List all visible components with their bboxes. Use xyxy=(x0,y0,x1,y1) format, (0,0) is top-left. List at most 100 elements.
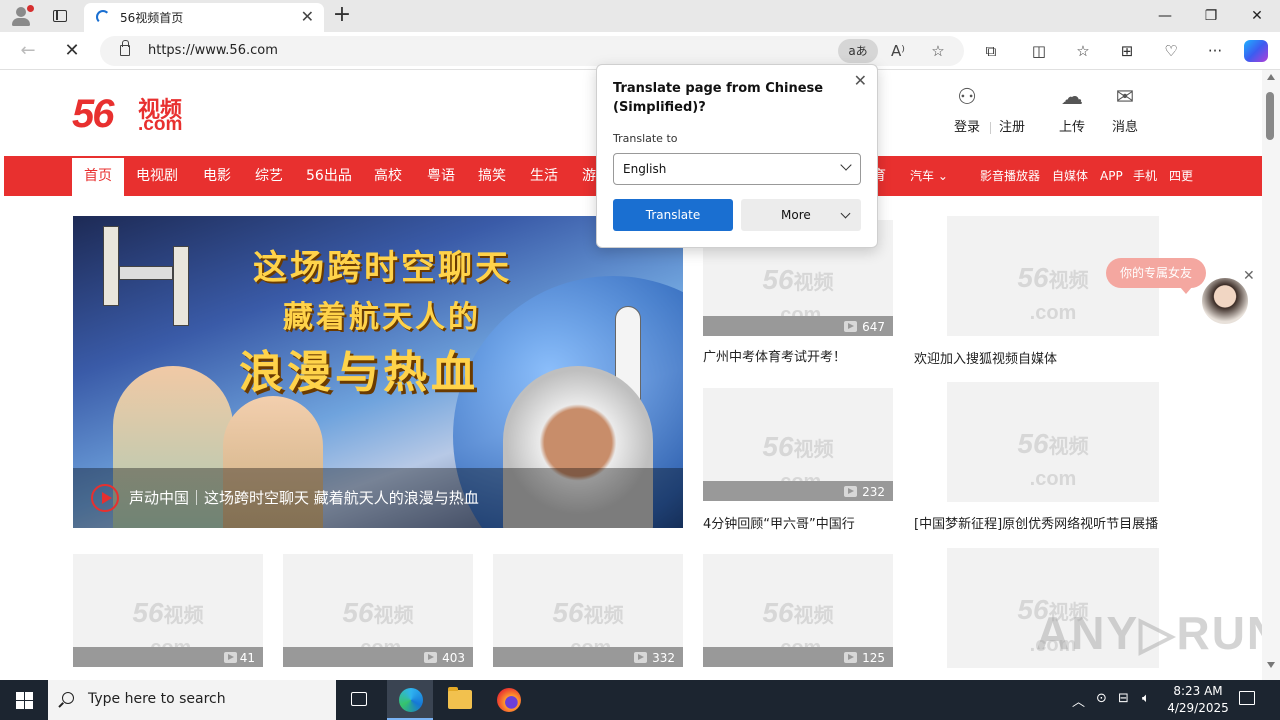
split-screen-icon[interactable]: ◫ xyxy=(1024,38,1054,64)
new-tab-button[interactable]: + xyxy=(330,2,354,27)
target-language-value: English xyxy=(623,162,667,176)
video-thumbnail[interactable]: 56视频.com 41 xyxy=(73,554,263,667)
register-link[interactable]: 注册 xyxy=(984,84,1040,135)
address-bar[interactable]: https://www.56.com aあ A⁾ ☆ xyxy=(100,36,964,66)
taskbar-file-explorer[interactable] xyxy=(436,680,482,720)
upload-link[interactable]: ☁ 上传 xyxy=(1044,84,1100,135)
favorites-icon[interactable]: ☆ xyxy=(1068,38,1098,64)
nav-auto-label: 汽车 xyxy=(910,169,935,183)
video-title[interactable]: 4分钟回顾“甲六哥”中国行 xyxy=(703,513,855,532)
nav-games[interactable]: 游 xyxy=(582,156,596,196)
more-button[interactable]: More xyxy=(741,199,861,231)
favorite-star-icon[interactable]: ☆ xyxy=(924,39,952,63)
video-icon xyxy=(634,652,647,663)
chevron-down-icon xyxy=(840,208,851,219)
url-text[interactable]: https://www.56.com xyxy=(148,43,278,58)
nav-variety[interactable]: 综艺 xyxy=(255,156,283,196)
back-button[interactable]: ← xyxy=(14,39,42,63)
scroll-thumb[interactable] xyxy=(1266,92,1274,140)
video-thumbnail[interactable]: 56视频.com 403 xyxy=(283,554,473,667)
play-icon[interactable] xyxy=(91,484,119,512)
close-window-button[interactable]: ✕ xyxy=(1234,0,1280,32)
loading-spinner-icon xyxy=(96,10,110,24)
copilot-icon[interactable] xyxy=(1244,40,1268,62)
messages-link[interactable]: ✉ 消息 xyxy=(1097,84,1153,135)
video-icon xyxy=(844,652,857,663)
extensions-icon[interactable]: ⧉ xyxy=(976,38,1006,64)
video-info-bar: 332 xyxy=(493,647,683,667)
maximize-button[interactable]: ❐ xyxy=(1188,0,1234,32)
task-view-button[interactable] xyxy=(337,680,383,720)
translate-button[interactable]: Translate xyxy=(613,199,733,231)
target-language-select[interactable]: English xyxy=(613,153,861,185)
hero-title-line1: 这场跨时空聊天 xyxy=(253,248,512,288)
view-count: 41 xyxy=(239,651,255,665)
video-thumbnail[interactable]: 56视频.com 232 xyxy=(703,388,893,501)
view-count: 647 xyxy=(862,320,885,334)
nav-funny[interactable]: 搞笑 xyxy=(478,156,506,196)
upload-label: 上传 xyxy=(1058,120,1085,135)
video-info-bar: 647 xyxy=(703,316,893,336)
page-scrollbar[interactable] xyxy=(1262,70,1280,680)
taskbar-edge[interactable] xyxy=(387,680,433,720)
nav-college[interactable]: 高校 xyxy=(374,156,402,196)
collections-icon[interactable]: ⊞ xyxy=(1112,38,1142,64)
watermark-logo: 56视频.com xyxy=(1017,427,1089,490)
scroll-down-icon[interactable] xyxy=(1267,662,1275,668)
nav-app[interactable]: APP xyxy=(1100,156,1123,196)
nav-auto[interactable]: 汽车 ⌄ xyxy=(910,156,948,196)
hero-banner[interactable]: 这场跨时空聊天 藏着航天人的 浪漫与热血 声动中国｜这场跨时空聊天 藏着航天人的… xyxy=(73,216,683,528)
volume-icon[interactable]: 🔈︎ xyxy=(1142,691,1150,706)
nav-player[interactable]: 影音播放器 xyxy=(980,156,1040,196)
network-icon[interactable]: ⊟ xyxy=(1118,691,1129,706)
clock-time: 8:23 AM xyxy=(1173,684,1223,698)
taskbar-firefox[interactable] xyxy=(486,680,532,720)
lock-icon[interactable] xyxy=(120,40,130,56)
nav-tv[interactable]: 电视剧 xyxy=(136,156,178,196)
video-thumbnail[interactable]: 56视频.com 125 xyxy=(703,554,893,667)
video-title[interactable]: [中国梦新征程]原创优秀网络视听节目展播 xyxy=(914,513,1158,532)
read-aloud-icon[interactable]: A⁾ xyxy=(884,39,912,63)
profile-icon[interactable] xyxy=(8,4,34,28)
search-icon xyxy=(62,692,74,704)
ad-bubble[interactable]: 你的专属女友 xyxy=(1106,258,1206,294)
tab-actions-icon[interactable] xyxy=(46,6,74,28)
tab-close-icon[interactable]: ✕ xyxy=(301,7,314,26)
taskbar-search[interactable]: Type here to search xyxy=(48,680,336,720)
system-clock[interactable]: 8:23 AM 4/29/2025 xyxy=(1160,683,1236,717)
cloud-upload-icon: ☁ xyxy=(1061,85,1083,110)
translate-icon[interactable]: aあ xyxy=(838,39,878,63)
logo-number: 56 xyxy=(72,92,114,136)
video-thumbnail[interactable]: 56视频 .com xyxy=(947,382,1159,502)
video-info-bar: 232 xyxy=(703,481,893,501)
nav-we-media[interactable]: 自媒体 xyxy=(1052,156,1088,196)
hero-caption-bar[interactable]: 声动中国｜这场跨时空聊天 藏着航天人的浪漫与热血 xyxy=(73,468,683,528)
video-title[interactable]: 欢迎加入搜狐视频自媒体 xyxy=(914,348,1057,367)
view-count: 125 xyxy=(862,651,885,665)
video-thumbnail[interactable]: 56视频.com 332 xyxy=(493,554,683,667)
hero-caption[interactable]: 声动中国｜这场跨时空聊天 藏着航天人的浪漫与热血 xyxy=(129,487,479,508)
nav-more[interactable]: 四更 xyxy=(1169,156,1193,196)
security-icon[interactable]: ⊙ xyxy=(1096,691,1107,706)
nav-56-originals[interactable]: 56出品 xyxy=(306,156,352,196)
start-button[interactable] xyxy=(0,680,48,720)
stop-loading-button[interactable]: ✕ xyxy=(58,39,86,63)
more-menu-icon[interactable]: ··· xyxy=(1200,38,1230,64)
scroll-up-icon[interactable] xyxy=(1267,74,1275,80)
nav-home[interactable]: 首页 xyxy=(72,158,124,196)
tray-chevron-icon[interactable]: ︿ xyxy=(1072,691,1085,710)
windows-taskbar: Type here to search ︿ ⊙ ⊟ 🔈︎ 8:23 AM 4/2… xyxy=(0,680,1280,720)
nav-mobile[interactable]: 手机 xyxy=(1133,156,1157,196)
tab-56-home[interactable]: 56视频首页 ✕ xyxy=(84,3,324,32)
nav-cantonese[interactable]: 粤语 xyxy=(427,156,455,196)
browser-essentials-icon[interactable]: ♡ xyxy=(1156,38,1186,64)
close-popup-icon[interactable]: ✕ xyxy=(854,71,867,90)
minimize-button[interactable]: — xyxy=(1142,0,1188,32)
notification-icon[interactable] xyxy=(1239,691,1255,705)
video-title[interactable]: 广州中考体育考试开考！ xyxy=(703,346,846,365)
tab-title: 56视频首页 xyxy=(120,11,184,25)
firefox-icon xyxy=(497,688,521,712)
ad-close-icon[interactable]: ✕ xyxy=(1243,268,1255,284)
nav-movies[interactable]: 电影 xyxy=(203,156,231,196)
nav-life[interactable]: 生活 xyxy=(530,156,558,196)
